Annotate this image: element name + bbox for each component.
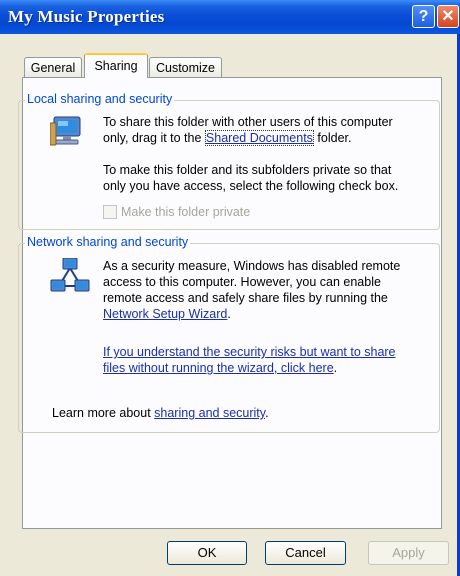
risk-share-link-part1[interactable]: If you understand the security risks but… xyxy=(103,345,396,359)
tab-general[interactable]: General xyxy=(24,57,82,77)
tab-sharing[interactable]: Sharing xyxy=(84,53,148,78)
network-icon xyxy=(50,257,90,294)
network-wizard-line: Network Setup Wizard. xyxy=(103,306,231,322)
sharing-and-security-link[interactable]: sharing and security xyxy=(154,406,265,420)
tab-customize[interactable]: Customize xyxy=(149,57,222,77)
risk-link-line2: files without running the wizard, click … xyxy=(103,360,337,376)
title-bar[interactable]: My Music Properties ? ✕ xyxy=(0,0,460,34)
network-text-line1: As a security measure, Windows has disab… xyxy=(103,259,401,273)
network-text-line2: access to this computer. However, you ca… xyxy=(103,275,381,289)
network-sharing-legend: Network sharing and security xyxy=(25,235,191,249)
close-button[interactable]: ✕ xyxy=(437,5,459,28)
make-private-checkbox[interactable] xyxy=(103,205,117,219)
private-text-line2: only you have access, select the followi… xyxy=(103,179,399,193)
make-private-label: Make this folder private xyxy=(121,205,251,219)
help-button[interactable]: ? xyxy=(412,5,435,28)
cancel-button[interactable]: Cancel xyxy=(265,541,346,565)
window-title: My Music Properties xyxy=(8,7,165,26)
local-text-line2: only, drag it to the Shared Documents fo… xyxy=(103,130,351,146)
risk-share-link-part2[interactable]: files without running the wizard, click … xyxy=(103,361,334,375)
learn-more-line: Learn more about sharing and security. xyxy=(52,405,269,421)
network-wizard-suffix: . xyxy=(227,307,231,321)
local-text-line2-prefix: only, drag it to the xyxy=(103,131,205,145)
shared-documents-link[interactable]: Shared Documents xyxy=(204,130,314,146)
private-text-line1: To make this folder and its subfolders p… xyxy=(103,163,392,177)
apply-button[interactable]: Apply xyxy=(368,541,449,565)
properties-window: My Music Properties ? ✕ General Sharing … xyxy=(0,0,460,576)
network-setup-wizard-link[interactable]: Network Setup Wizard xyxy=(103,307,227,321)
risk-link-line1: If you understand the security risks but… xyxy=(103,344,396,360)
learn-more-prefix: Learn more about xyxy=(52,406,155,420)
ok-button[interactable]: OK xyxy=(167,541,247,565)
local-sharing-legend: Local sharing and security xyxy=(25,92,175,106)
network-text-line3: remote access and safely share files by … xyxy=(103,291,388,305)
risk-link-suffix: . xyxy=(333,361,338,375)
local-text-line1: To share this folder with other users of… xyxy=(103,115,393,129)
computer-icon xyxy=(49,115,86,149)
learn-more-suffix: . xyxy=(265,406,269,420)
local-text-line2-suffix: folder. xyxy=(313,131,352,145)
